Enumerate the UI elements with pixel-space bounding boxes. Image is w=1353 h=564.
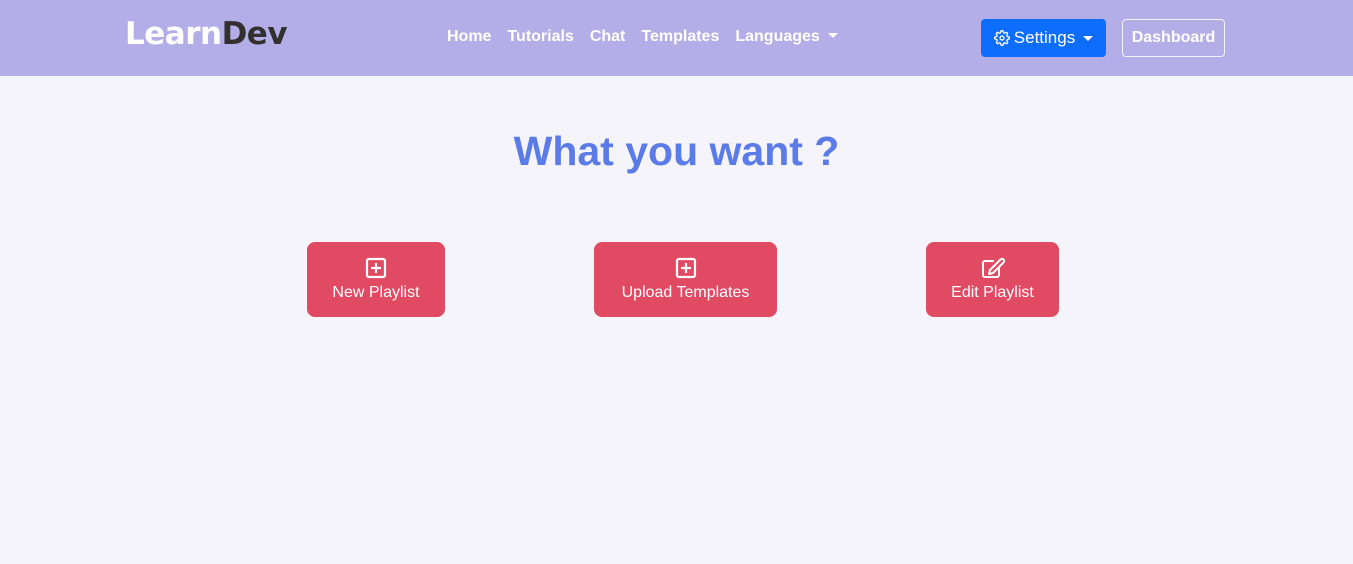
brand-part-learn: Learn: [125, 16, 222, 52]
chevron-down-icon: [1083, 35, 1094, 41]
brand-part-dev: Dev: [221, 16, 288, 52]
languages-label: Languages: [735, 28, 820, 45]
edit-playlist-label: Edit Playlist: [951, 283, 1034, 301]
plus-square-icon: [365, 257, 387, 278]
settings-label: Settings: [1013, 28, 1076, 47]
new-playlist-button[interactable]: New Playlist: [307, 242, 445, 317]
chevron-down-icon: [827, 33, 838, 38]
nav-link-home[interactable]: Home: [447, 27, 491, 47]
dashboard-button[interactable]: Dashboard: [1122, 19, 1225, 57]
nav-links: Home Tutorials Chat Templates Languages: [447, 27, 838, 47]
upload-templates-button[interactable]: Upload Templates: [594, 242, 777, 317]
brand-logo[interactable]: LearnDev: [125, 14, 288, 54]
page-title: What you want ?: [513, 128, 840, 174]
nav-link-chat[interactable]: Chat: [590, 27, 626, 47]
new-playlist-label: New Playlist: [332, 283, 420, 301]
nav-link-tutorials[interactable]: Tutorials: [507, 27, 573, 47]
plus-square-icon: [675, 257, 696, 278]
edit-icon: [981, 257, 1005, 278]
gear-icon: [993, 30, 1010, 46]
navbar: LearnDev Home Tutorials Chat Templates L…: [0, 0, 1353, 76]
nav-link-templates[interactable]: Templates: [641, 27, 719, 47]
settings-dropdown-button[interactable]: Settings: [981, 19, 1106, 57]
nav-dropdown-languages[interactable]: Languages: [735, 27, 838, 47]
upload-templates-label: Upload Templates: [621, 283, 750, 301]
edit-playlist-button[interactable]: Edit Playlist: [926, 242, 1059, 317]
